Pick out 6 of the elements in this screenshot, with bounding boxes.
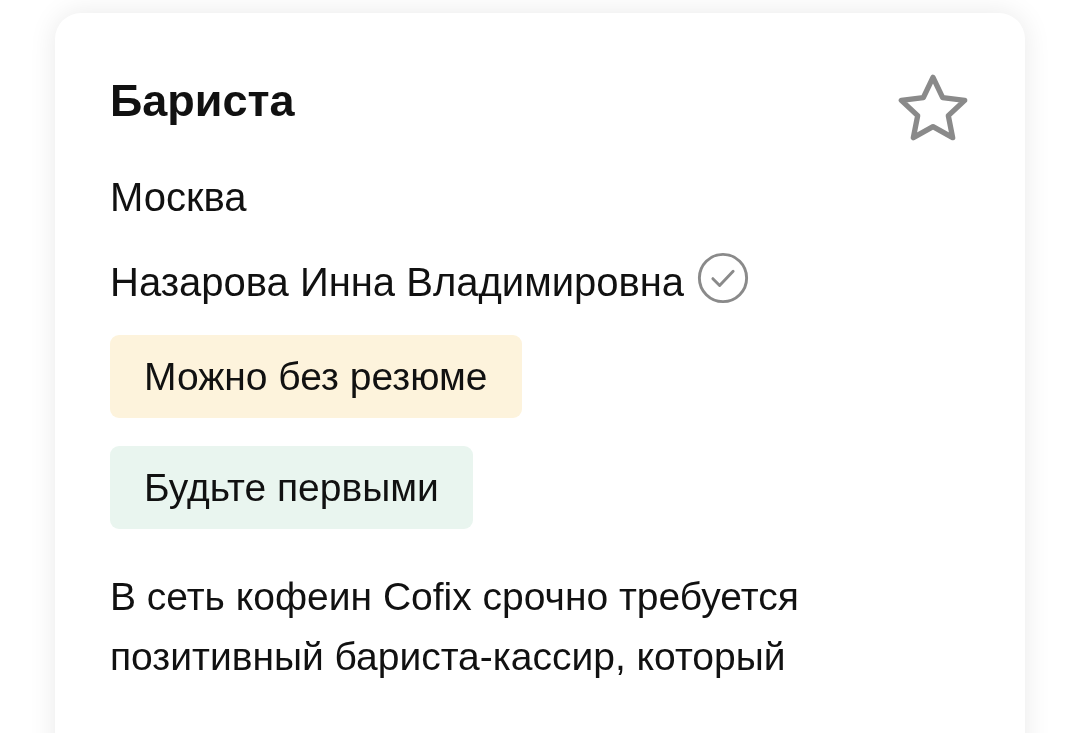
vacancy-title: Бариста xyxy=(110,74,295,128)
tag: Будьте первыми xyxy=(110,446,473,529)
employer-name[interactable]: Назарова Инна Владимировна xyxy=(110,257,685,307)
tag: Можно без резюме xyxy=(110,335,522,418)
description-text: В сеть кофеин Cofix срочно требуется позитивный бариста-кассир, который xyxy=(110,574,800,680)
city-text: Москва xyxy=(110,174,248,221)
